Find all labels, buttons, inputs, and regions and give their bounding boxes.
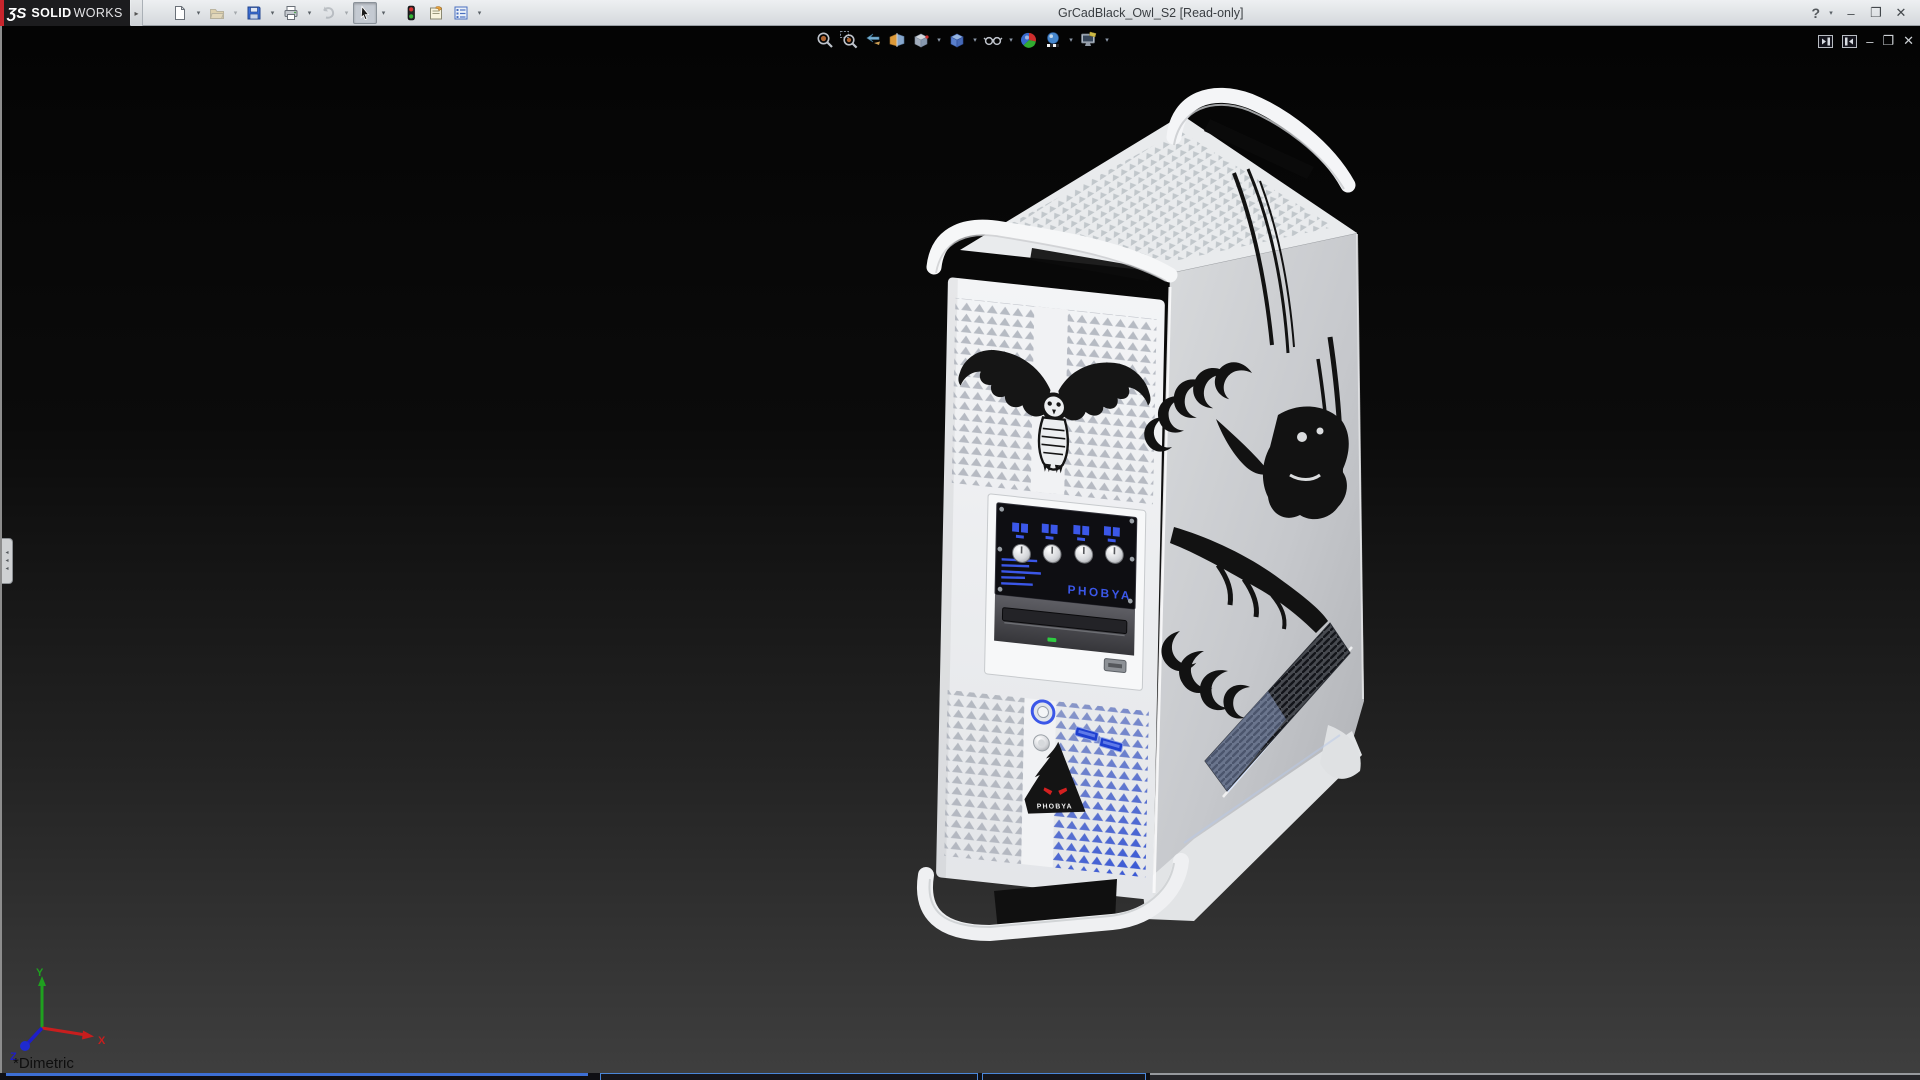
rebuild-notes-icon bbox=[428, 5, 444, 21]
apply-scene-icon bbox=[1043, 30, 1063, 50]
collapse-arrow-icon: ◂ bbox=[5, 550, 8, 556]
display-style-icon bbox=[947, 30, 967, 50]
collapse-arrow-icon: ◂ bbox=[5, 558, 8, 564]
document-title: GrCadBlack_Owl_S2 [Read-only] bbox=[1058, 6, 1244, 20]
taskbar-sliver bbox=[0, 1073, 1920, 1080]
help-icon[interactable]: ? bbox=[1811, 5, 1820, 21]
new-document-dropdown[interactable]: ▾ bbox=[193, 2, 204, 24]
open-document-icon bbox=[209, 5, 225, 21]
solidworks-logo: ƷS SOLID WORKS bbox=[0, 0, 130, 26]
zoom-to-fit-button[interactable] bbox=[814, 29, 836, 51]
view-orientation-icon bbox=[911, 30, 931, 50]
print-dropdown[interactable]: ▾ bbox=[304, 2, 315, 24]
doc-minimize-button[interactable]: – bbox=[1866, 34, 1873, 49]
taskbar-highlight[interactable] bbox=[6, 1073, 588, 1076]
print-button[interactable] bbox=[279, 2, 303, 24]
display-style-dropdown[interactable]: ▾ bbox=[970, 36, 980, 44]
traffic-light-button[interactable] bbox=[399, 2, 423, 24]
select-button[interactable] bbox=[353, 2, 377, 24]
graphics-viewport[interactable]: ▾ ▾ ▾ bbox=[0, 26, 1920, 1080]
show-right-pane-icon[interactable] bbox=[1842, 35, 1857, 48]
titlebar: ƷS SOLID WORKS ▸ ▾ ▾ ▾ bbox=[0, 0, 1920, 26]
rebuild-notes-button[interactable] bbox=[424, 2, 448, 24]
taskbar-segment[interactable] bbox=[1150, 1073, 1920, 1080]
apply-scene-button[interactable] bbox=[1042, 29, 1064, 51]
traffic-light-icon bbox=[403, 5, 419, 21]
hide-show-items-icon bbox=[983, 30, 1003, 50]
brand-works: WORKS bbox=[74, 6, 123, 20]
app-restore-button[interactable]: ❐ bbox=[1867, 5, 1885, 21]
save-icon bbox=[246, 5, 262, 21]
view-settings-button[interactable] bbox=[1078, 29, 1100, 51]
orientation-triad[interactable]: Y X Z bbox=[6, 966, 126, 1066]
new-document-button[interactable] bbox=[168, 2, 192, 24]
zoom-to-area-icon bbox=[839, 30, 859, 50]
brand-solid: SOLID bbox=[31, 6, 71, 20]
new-document-icon bbox=[172, 5, 188, 21]
taskbar-button[interactable] bbox=[600, 1073, 978, 1080]
menu-flyout-button[interactable]: ▸ bbox=[131, 0, 143, 26]
pc-case-3d-model[interactable]: PHOBYA bbox=[882, 85, 1402, 975]
previous-view-icon bbox=[863, 30, 883, 50]
save-button[interactable] bbox=[242, 2, 266, 24]
main-toolbar: ▾ ▾ ▾ ▾ bbox=[168, 2, 485, 24]
options-list-button[interactable] bbox=[449, 2, 473, 24]
z-axis-cone bbox=[20, 1041, 30, 1051]
section-view-icon bbox=[887, 30, 907, 50]
zoom-to-fit-icon bbox=[815, 30, 835, 50]
show-left-pane-icon[interactable] bbox=[1818, 35, 1833, 48]
open-document-dropdown[interactable]: ▾ bbox=[230, 2, 241, 24]
options-list-dropdown[interactable]: ▾ bbox=[474, 2, 485, 24]
print-icon bbox=[283, 5, 299, 21]
view-orientation-button[interactable] bbox=[910, 29, 932, 51]
x-axis-arrow bbox=[82, 1031, 94, 1040]
doc-restore-button[interactable]: ❐ bbox=[1882, 33, 1894, 49]
app-close-button[interactable]: ✕ bbox=[1892, 5, 1910, 21]
badge-brand-text: PHOBYA bbox=[1037, 803, 1073, 810]
front-lower-vent-mesh-left bbox=[944, 690, 1024, 864]
zoom-to-area-button[interactable] bbox=[838, 29, 860, 51]
document-window-controls: – ❐ ✕ bbox=[1818, 33, 1914, 49]
save-dropdown[interactable]: ▾ bbox=[267, 2, 278, 24]
view-settings-icon bbox=[1079, 30, 1099, 50]
brand-mark: ƷS bbox=[7, 5, 26, 22]
view-settings-dropdown[interactable]: ▾ bbox=[1102, 36, 1112, 44]
open-document-button[interactable] bbox=[205, 2, 229, 24]
edit-appearance-icon bbox=[1019, 30, 1039, 50]
hide-show-items-button[interactable] bbox=[982, 29, 1004, 51]
taskbar-button[interactable] bbox=[982, 1073, 1146, 1080]
feature-manager-flyout-tab[interactable]: ◂ ◂ ◂ bbox=[2, 538, 13, 584]
undo-icon bbox=[320, 5, 336, 21]
titlebar-controls: ? ▾ – ❐ ✕ bbox=[1811, 0, 1910, 26]
doc-close-button[interactable]: ✕ bbox=[1903, 33, 1914, 49]
y-axis-label: Y bbox=[36, 967, 44, 979]
apply-scene-dropdown[interactable]: ▾ bbox=[1066, 36, 1076, 44]
collapse-arrow-icon: ◂ bbox=[5, 566, 8, 572]
headsup-view-toolbar: ▾ ▾ ▾ bbox=[814, 29, 1112, 51]
help-dropdown[interactable]: ▾ bbox=[1827, 2, 1835, 24]
select-cursor-icon bbox=[357, 5, 373, 21]
flyout-arrow-icon: ▸ bbox=[134, 9, 138, 18]
options-list-icon bbox=[453, 5, 469, 21]
hide-show-items-dropdown[interactable]: ▾ bbox=[1006, 36, 1016, 44]
previous-view-button[interactable] bbox=[862, 29, 884, 51]
view-orientation-dropdown[interactable]: ▾ bbox=[934, 36, 944, 44]
section-view-button[interactable] bbox=[886, 29, 908, 51]
app-minimize-button[interactable]: – bbox=[1842, 6, 1860, 21]
view-orientation-label: *Dimetric bbox=[13, 1055, 74, 1072]
display-style-button[interactable] bbox=[946, 29, 968, 51]
undo-button[interactable] bbox=[316, 2, 340, 24]
x-axis-label: X bbox=[98, 1035, 106, 1047]
undo-dropdown[interactable]: ▾ bbox=[341, 2, 352, 24]
select-dropdown[interactable]: ▾ bbox=[378, 2, 389, 24]
case-front-face[interactable]: PHOBYA bbox=[936, 277, 1165, 900]
edit-appearance-button[interactable] bbox=[1018, 29, 1040, 51]
